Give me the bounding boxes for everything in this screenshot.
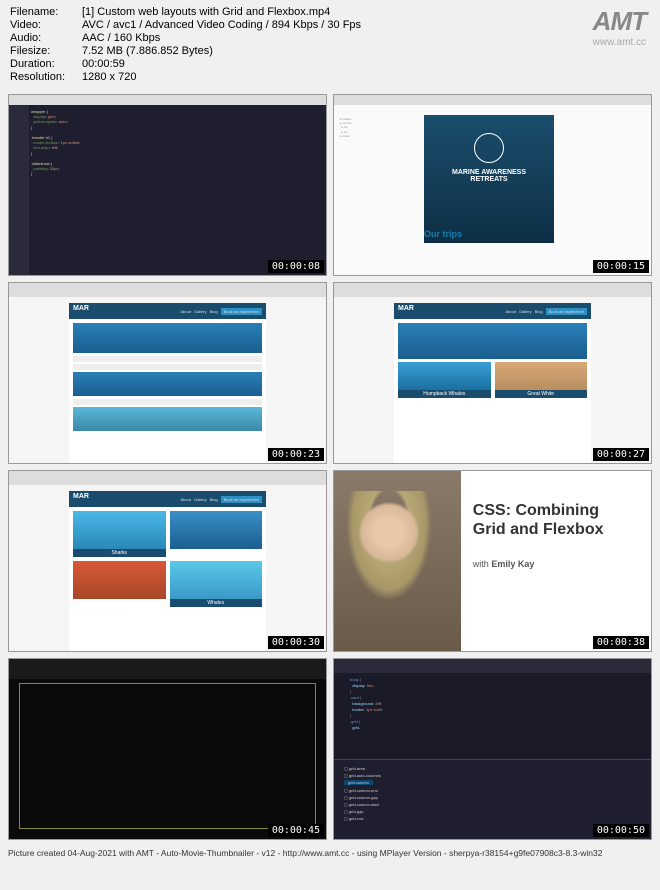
audio-value: AAC / 160 Kbps: [82, 32, 650, 44]
resolution-label: Resolution:: [10, 71, 82, 83]
course-title: CSS: Combining Grid and Flexbox: [473, 501, 639, 539]
thumbnail-3: AboutGalleryBlogBook an experience MAR 0…: [8, 282, 327, 464]
video-label: Video:: [10, 19, 82, 31]
thumbnail-sheet: AMT www.amt.cc Filename:[1] Custom web l…: [0, 0, 660, 862]
logo-text: AMT: [593, 6, 646, 37]
thumbnail-8: body { display: flex;}.card { background…: [333, 658, 652, 840]
duration-value: 00:00:59: [82, 58, 650, 70]
timestamp: 00:00:27: [593, 448, 649, 461]
filesize-value: 7.52 MB (7.886.852 Bytes): [82, 45, 650, 57]
timestamp: 00:00:38: [593, 636, 649, 649]
site-logo: MAR: [73, 493, 89, 500]
hero-line1: MARINE AWARENESS: [424, 169, 554, 176]
nav-item: About: [181, 497, 191, 502]
wave-icon: [474, 133, 504, 163]
site-logo: MAR: [398, 305, 414, 312]
resolution-value: 1280 x 720: [82, 71, 650, 83]
code-preview: body { display: flex;}.card { background…: [350, 677, 383, 731]
autocomplete-list: ▢ grid-area▢ grid-auto-columnsgrid-colum…: [344, 765, 381, 823]
nav-cta: Book an experience: [546, 308, 587, 315]
hero-line2: RETREATS: [424, 176, 554, 183]
author-credit: with Emily Kay: [473, 559, 639, 569]
nav-item: Gallery: [519, 309, 532, 314]
amt-logo: AMT www.amt.cc: [593, 6, 646, 48]
thumbnail-1: wrapper { display: grid; grid-template: …: [8, 94, 327, 276]
thumbnail-5: AboutGalleryBlogBook an experience MAR S…: [8, 470, 327, 652]
code-preview: wrapper { display: grid; grid-template: …: [31, 109, 80, 176]
hero-banner: MARINE AWARENESS RETREATS: [424, 115, 554, 243]
thumbnail-6: CSS: Combining Grid and Flexbox with Emil…: [333, 470, 652, 652]
timestamp: 00:00:23: [268, 448, 324, 461]
timestamp: 00:00:45: [268, 824, 324, 837]
nav-item: Gallery: [194, 497, 207, 502]
page-body: Humpback Whales Great White: [394, 319, 591, 463]
footer-credit: Picture created 04-Aug-2021 with AMT - A…: [0, 844, 660, 862]
video-value: AVC / avc1 / Advanced Video Coding / 894…: [82, 19, 650, 31]
thumbnail-4: AboutGalleryBlogBook an experience MAR H…: [333, 282, 652, 464]
trips-heading: Our trips: [424, 229, 462, 239]
filesize-label: Filesize:: [10, 45, 82, 57]
author-name: Emily Kay: [491, 559, 534, 569]
logo-url: www.amt.cc: [593, 37, 646, 48]
duration-label: Duration:: [10, 58, 82, 70]
filename-value: [1] Custom web layouts with Grid and Fle…: [82, 6, 650, 18]
thumbnail-grid: wrapper { display: grid; grid-template: …: [0, 90, 660, 844]
nav-cta: Book an experience: [221, 496, 262, 503]
nav-item: About: [506, 309, 516, 314]
selected-item: grid-column: [344, 780, 373, 785]
nav-item: Blog: [210, 497, 218, 502]
page-body: Sharks Whales: [69, 507, 266, 651]
card-title: Sharks: [73, 549, 166, 557]
nav-cta: Book an experience: [221, 308, 262, 315]
video-frame: [19, 683, 316, 829]
title-line: CSS: Combining: [473, 502, 599, 519]
filename-label: Filename:: [10, 6, 82, 18]
page-body: [69, 319, 266, 463]
nav-item: Blog: [210, 309, 218, 314]
metadata-header: AMT www.amt.cc Filename:[1] Custom web l…: [0, 0, 660, 90]
timestamp: 00:00:30: [268, 636, 324, 649]
nav-item: Gallery: [194, 309, 207, 314]
site-logo: MAR: [73, 305, 89, 312]
presenter-photo: [334, 471, 461, 651]
card-title: Whales: [170, 599, 263, 607]
thumbnail-7: 00:00:45: [8, 658, 327, 840]
site-nav: AboutGalleryBlogBook an experience: [69, 491, 266, 507]
devtools-panel: ▸ header▸ section ▸ div ▸ h1▸ footer: [340, 117, 418, 138]
audio-label: Audio:: [10, 32, 82, 44]
card-title: Humpback Whales: [398, 390, 491, 398]
thumbnail-2: ▸ header▸ section ▸ div ▸ h1▸ footer MAR…: [333, 94, 652, 276]
nav-item: About: [181, 309, 191, 314]
nav-item: Blog: [535, 309, 543, 314]
timestamp: 00:00:15: [593, 260, 649, 273]
site-nav: AboutGalleryBlogBook an experience: [394, 303, 591, 319]
card-title: Great White: [495, 390, 588, 398]
timestamp: 00:00:08: [268, 260, 324, 273]
site-nav: AboutGalleryBlogBook an experience: [69, 303, 266, 319]
timestamp: 00:00:50: [593, 824, 649, 837]
title-line: Grid and Flexbox: [473, 521, 604, 538]
with-text: with: [473, 559, 492, 569]
